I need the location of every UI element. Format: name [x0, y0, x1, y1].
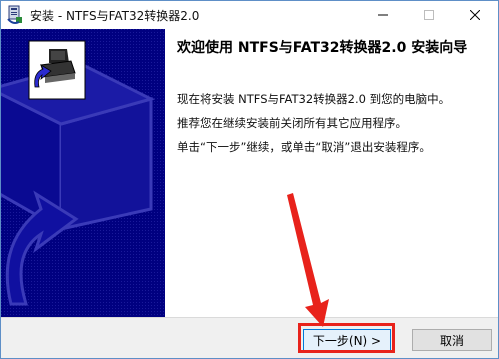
welcome-heading: 欢迎使用 NTFS与FAT32转换器2.0 安装向导 [177, 40, 468, 56]
close-button[interactable] [452, 1, 498, 29]
close-icon [470, 10, 480, 20]
wizard-banner-image [1, 29, 165, 317]
title-bar[interactable]: 安装 - NTFS与FAT32转换器2.0 [1, 1, 498, 29]
window-title: 安装 - NTFS与FAT32转换器2.0 [30, 9, 200, 23]
installer-window: 安装 - NTFS与FAT32转换器2.0 欢迎使用 NTFS与FAT32转换器… [0, 0, 499, 359]
maximize-button[interactable] [406, 1, 452, 29]
cancel-button[interactable]: 取消 [412, 329, 492, 351]
continue-instructions: 单击“下一步”继续，或单击“取消”退出安装程序。 [177, 140, 431, 154]
minimize-icon [378, 10, 388, 20]
minimize-button[interactable] [360, 1, 406, 29]
red-arrow-annotation [287, 193, 329, 327]
app-installer-icon [7, 5, 25, 25]
button-bar: 下一步(N) > 取消 [1, 317, 498, 358]
maximize-icon [424, 10, 434, 20]
close-apps-recommendation: 推荐您在继续安装前关闭所有其它应用程序。 [177, 116, 407, 130]
install-target-text: 现在将安装 NTFS与FAT32转换器2.0 到您的电脑中。 [177, 92, 451, 106]
